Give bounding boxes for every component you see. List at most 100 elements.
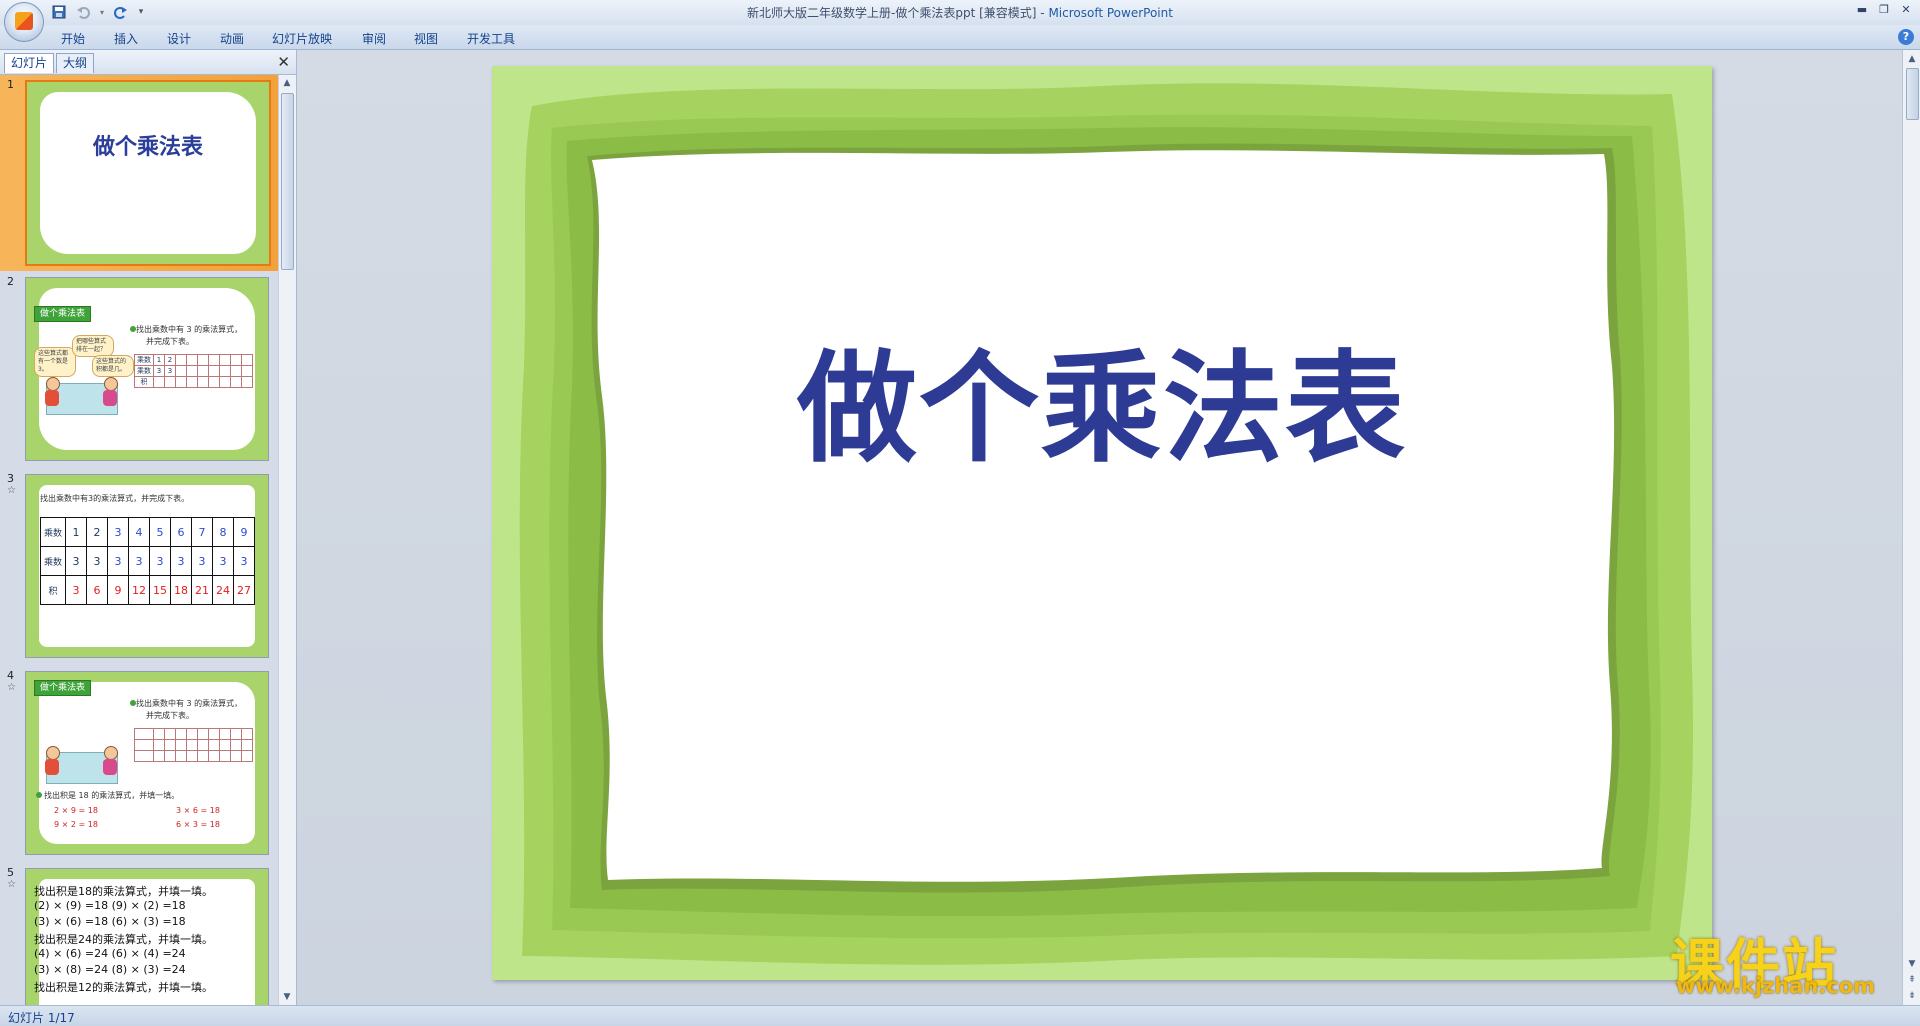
table-cell: 乘数 [134, 365, 154, 377]
tab-developer[interactable]: 开发工具 [467, 30, 515, 47]
thumbnail-text: (4) × (6) =24 (6) × (4) =24 [34, 947, 186, 960]
tab-design[interactable]: 设计 [167, 30, 191, 47]
ribbon-tab-bar: 开始 插入 设计 动画 幻灯片放映 审阅 视图 开发工具 ? [0, 25, 1920, 50]
thumbnail-text: (3) × (8) =24 (8) × (3) =24 [34, 963, 186, 976]
table-cell: 积 [40, 575, 66, 605]
stage-scrollbar[interactable]: ▲ ▼ ⇞ ⇟ [1902, 50, 1920, 1005]
animation-star-icon: ☆ [7, 879, 16, 890]
restore-button[interactable]: ❐ [1876, 2, 1892, 18]
equation: 2 × 9 = 18 [54, 806, 98, 815]
scroll-down-icon[interactable]: ▼ [1905, 957, 1919, 971]
bullet-icon [130, 326, 136, 332]
slide-thumbnail-3[interactable]: 找出乘数中有3的乘法算式，并完成下表。 乘数 1 2 3 4 5 6 7 8 9 乘数 3 3 3 3 3 3… [25, 474, 269, 658]
table-cell: 7 [191, 517, 213, 547]
thumbnail-text: 找出乘数中有 3 的乘法算式， [136, 325, 243, 334]
slide-thumbnail-5[interactable]: 找出积是18的乘法算式，并填一填。 (2) × (9) =18 (9) × (2… [25, 868, 269, 1005]
watermark-url: www.kjzhan.com [1676, 974, 1876, 998]
table-cell: 3 [149, 546, 171, 576]
table-cell: 3 [191, 546, 213, 576]
thumbnail-text: 找出积是12的乘法算式，并填一填。 [34, 981, 213, 994]
thumbnail-title: 做个乘法表 [92, 134, 203, 160]
table-cell: 18 [170, 575, 192, 605]
thumbnail-text: 找出积是 18 的乘法算式，并填一填。 [44, 791, 180, 800]
panel-scrollbar[interactable]: ▲ ▼ [278, 75, 296, 1005]
slides-panel: 幻灯片 大纲 ✕ 1 做个乘法表 2 做个乘法表 找出乘数中有 3 的乘法算式，… [0, 50, 297, 1005]
table-cell: 3 [212, 546, 234, 576]
table-cell: 6 [86, 575, 108, 605]
panel-tabs: 幻灯片 大纲 ✕ [0, 50, 296, 75]
table-cell: 3 [107, 546, 129, 576]
slide-thumbnail-2[interactable]: 做个乘法表 找出乘数中有 3 的乘法算式， 并完成下表。 这些算式都有一个数是3… [25, 277, 269, 461]
close-window-button[interactable]: ✕ [1898, 2, 1914, 18]
table-cell: 6 [170, 517, 192, 547]
help-icon[interactable]: ? [1898, 29, 1914, 45]
tab-review[interactable]: 审阅 [362, 30, 386, 47]
animation-star-icon: ☆ [7, 485, 16, 496]
tab-home[interactable]: 开始 [61, 30, 85, 47]
scroll-up-icon[interactable]: ▲ [1905, 52, 1919, 66]
next-slide-icon[interactable]: ⇟ [1905, 989, 1919, 1003]
kid-body [103, 759, 117, 775]
scrollbar-thumb[interactable] [1906, 68, 1919, 120]
tab-slides[interactable]: 幻灯片 [4, 53, 55, 73]
watermark-logo: 课件站 www.kjzhan.com [1670, 920, 1896, 1002]
thumbnail-row-5[interactable]: 5 ☆ 找出积是18的乘法算式，并填一填。 (2) × (9) =18 (9) … [0, 863, 278, 1005]
table-cell: 3 [233, 546, 255, 576]
table-cell: 15 [149, 575, 171, 605]
table-cell: 3 [65, 575, 87, 605]
slide-counter: 幻灯片 1/17 [8, 1011, 75, 1025]
table-cell: 乘数 [40, 517, 66, 547]
tab-outline[interactable]: 大纲 [56, 53, 95, 73]
scroll-down-icon[interactable]: ▼ [280, 990, 294, 1004]
tab-animations[interactable]: 动画 [220, 30, 244, 47]
thumbnail-row-2[interactable]: 2 做个乘法表 找出乘数中有 3 的乘法算式， 并完成下表。 这些算式都有一个数… [0, 272, 278, 468]
scroll-up-icon[interactable]: ▲ [280, 76, 294, 90]
thumbnail-text: (2) × (9) =18 (9) × (2) =18 [34, 899, 186, 912]
document-title: 新北师大版二年级数学上册-做个乘法表ppt [兼容模式] - [747, 6, 1049, 20]
close-panel-icon[interactable]: ✕ [277, 53, 290, 71]
slide-thumbnail-4[interactable]: 做个乘法表 找出乘数中有 3 的乘法算式， 并完成下表。 找出积是 18 的乘法… [25, 671, 269, 855]
tab-view[interactable]: 视图 [414, 30, 438, 47]
thumbnail-tag: 做个乘法表 [34, 680, 92, 696]
minimize-button[interactable]: ▬ [1854, 2, 1870, 18]
slide-number: 3 [7, 472, 14, 485]
table-cell: 乘数 [134, 354, 154, 366]
window-title: 新北师大版二年级数学上册-做个乘法表ppt [兼容模式] - Microsoft… [0, 4, 1920, 21]
thumbnail-heading: 找出乘数中有3的乘法算式，并完成下表。 [40, 494, 190, 503]
thumbnail-frame [40, 92, 256, 254]
slide-editing-area: 做个乘法表 [297, 50, 1902, 1005]
slide-thumbnail-1[interactable]: 做个乘法表 [25, 80, 271, 266]
slide-number: 1 [7, 78, 14, 91]
thumbnail-text: 找出积是18的乘法算式，并填一填。 [34, 885, 213, 898]
thumbnail-row-1[interactable]: 1 做个乘法表 [0, 75, 278, 271]
table-cell: 5 [149, 517, 171, 547]
kid-head [104, 746, 118, 760]
table-cell: 9 [107, 575, 129, 605]
tab-insert[interactable]: 插入 [114, 30, 138, 47]
speech-bubble: 把哪些算式排在一起？ [72, 335, 114, 357]
slide-number: 5 [7, 866, 14, 879]
table-cell: 24 [212, 575, 234, 605]
kid-body [103, 390, 117, 406]
previous-slide-icon[interactable]: ⇞ [1905, 973, 1919, 987]
table-cell: 2 [86, 517, 108, 547]
thumbnail-text: 找出乘数中有 3 的乘法算式， [136, 699, 243, 708]
scrollbar-thumb[interactable] [281, 93, 294, 270]
table-cell: 12 [128, 575, 150, 605]
thumbnail-row-3[interactable]: 3 ☆ 找出乘数中有3的乘法算式，并完成下表。 乘数 1 2 3 4 5 6 7 8 9 乘数 3 3… [0, 469, 278, 665]
equation: 9 × 2 = 18 [54, 820, 98, 829]
tab-slide-show[interactable]: 幻灯片放映 [272, 30, 332, 47]
children-illustration: 这些算式都有一个数是3。 把哪些算式排在一起？ 这些算式的积都是几。 [34, 335, 134, 418]
thumbnail-text: 并完成下表。 [146, 337, 194, 346]
thumbnail-row-4[interactable]: 4 ☆ 做个乘法表 找出乘数中有 3 的乘法算式， 并完成下表。 找出积是 18… [0, 666, 278, 862]
multiplication-table: 乘数 1 2 3 4 5 6 7 8 9 乘数 3 3 3 3 3 3 3 3 3 积 3 6 9 12 15 18 21 24 27 [40, 517, 255, 605]
table-cell: 3 [153, 365, 165, 377]
thumbnail-text: 找出积是24的乘法算式，并填一填。 [34, 933, 213, 946]
current-slide[interactable]: 做个乘法表 [492, 66, 1712, 980]
thumbnail-text: (3) × (6) =18 (6) × (3) =18 [34, 915, 186, 928]
kid-head [46, 377, 60, 391]
office-button[interactable] [4, 2, 44, 42]
app-name: Microsoft PowerPoint [1048, 6, 1173, 20]
slide-title[interactable]: 做个乘法表 [492, 311, 1712, 485]
office-logo-icon [15, 12, 33, 30]
